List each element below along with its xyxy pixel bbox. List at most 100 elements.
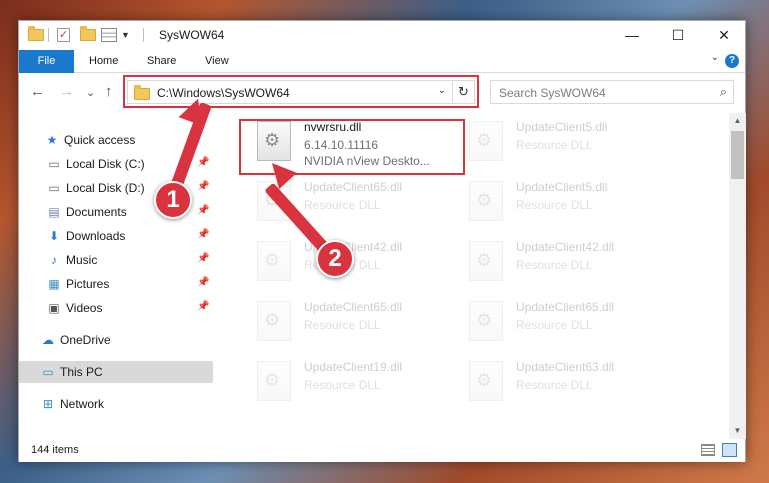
documents-icon: ▤ [48,205,60,219]
pin-icon[interactable]: 📌 [197,181,209,192]
recent-locations-button[interactable]: ⌄ [86,86,95,99]
file-tile[interactable]: UpdateClient65.dll Resource DLL [249,297,469,355]
file-type: Resource DLL [304,318,381,332]
sidebar-item-label: Pictures [66,277,110,291]
pictures-icon: ▦ [48,277,60,291]
tab-home[interactable]: Home [89,50,118,73]
window-title: SysWOW64 [159,28,225,42]
new-folder-icon[interactable] [80,26,96,43]
tab-file[interactable]: File [19,50,74,73]
maximize-button[interactable]: ☐ [655,21,701,49]
customize-toolbar-dropdown[interactable]: ▼ [121,27,130,43]
status-bar: 144 items [19,440,745,462]
pin-icon[interactable]: 📌 [197,157,209,168]
sidebar-item-label: This PC [60,365,103,379]
details-view-icon[interactable] [701,444,715,456]
file-tile[interactable]: UpdateClient63.dll Resource DLL [461,357,681,415]
file-tile[interactable]: UpdateClient5.dll Resource DLL [461,117,681,175]
file-type: Resource DLL [516,138,593,152]
close-button[interactable]: ✕ [701,21,747,49]
tab-share[interactable]: Share [147,50,176,73]
sidebar-item-onedrive[interactable]: ☁ OneDrive [19,329,213,351]
file-name: UpdateClient42.dll [516,240,615,254]
tab-view[interactable]: View [205,50,229,73]
file-type: Resource DLL [516,378,593,392]
drive-icon: ▭ [48,181,60,195]
sidebar-item-label: Local Disk (C:) [66,157,145,171]
sidebar-item-label: Videos [66,301,103,315]
file-tile[interactable]: UpdateClient19.dll Resource DLL [249,357,469,415]
dll-file-icon [257,241,291,281]
sidebar-item-label: Downloads [66,229,126,243]
pin-icon[interactable]: 📌 [197,253,209,264]
file-name: UpdateClient5.dll [516,180,608,194]
sidebar-item-label: Music [66,253,98,267]
sidebar-item-label: Quick access [64,133,136,147]
file-tile[interactable]: UpdateClient5.dll Resource DLL [461,177,681,235]
network-icon: ⊞ [42,397,54,411]
sidebar-item-pictures[interactable]: ▦ Pictures 📌 [19,273,213,295]
file-tile[interactable]: UpdateClient42.dllResource DLL [249,237,469,295]
tiles-view-icon[interactable] [722,443,737,457]
help-icon[interactable]: ? [725,54,739,68]
dll-file-icon [469,181,503,221]
sidebar-item-videos[interactable]: ▣ Videos 📌 [19,297,213,319]
scroll-up-icon[interactable]: ▲ [729,113,746,129]
file-type: Resource DLL [516,198,593,212]
file-name: UpdateClient65.dll [304,300,403,314]
step-badge-2: 2 [316,240,354,278]
file-tile[interactable]: UpdateClient42.dll Resource DLL [461,237,681,295]
properties-icon[interactable] [101,27,117,43]
pin-icon[interactable]: 📌 [197,205,209,216]
search-box[interactable]: Search SysWOW64 ⌕ [490,80,734,104]
forward-button[interactable]: → [59,83,74,100]
pin-icon[interactable]: 📌 [197,229,209,240]
explorer-window: ✓ ▼ SysWOW64 — ☐ ✕ File Home Share View … [18,20,746,462]
up-button[interactable]: ↑ [105,83,113,100]
file-name: UpdateClient5.dll [516,120,608,134]
file-type: Resource DLL [516,318,593,332]
drive-icon: ▭ [48,157,60,171]
music-icon: ♪ [51,253,57,267]
scroll-thumb[interactable] [731,131,744,179]
sidebar-item-label: OneDrive [60,333,111,347]
pin-icon[interactable]: 📌 [197,277,209,288]
search-input[interactable]: Search SysWOW64 [499,86,606,100]
file-type: Resource DLL [516,258,593,272]
file-name: UpdateClient19.dll [304,360,403,374]
cloud-icon: ☁ [42,333,54,347]
pin-icon[interactable]: 📌 [197,301,209,312]
file-name: UpdateClient63.dll [516,360,615,374]
sidebar-item-label: Network [60,397,105,411]
step-badge-1: 1 [154,181,192,219]
folder-icon [28,26,44,43]
sidebar-item-this-pc[interactable]: ▭ This PC [19,361,213,383]
separator [143,27,144,43]
sidebar-item-network[interactable]: ⊞ Network [19,393,213,415]
properties-check-icon[interactable]: ✓ [57,27,70,43]
file-type: Resource DLL [304,198,381,212]
video-icon: ▣ [48,301,60,315]
vertical-scrollbar[interactable]: ▲ ▼ [729,113,746,439]
file-type: Resource DLL [304,378,381,392]
back-button[interactable]: ← [30,83,45,100]
scroll-down-icon[interactable]: ▼ [729,423,746,439]
title-bar: ✓ ▼ SysWOW64 — ☐ ✕ [19,21,745,49]
dll-file-icon [257,361,291,401]
file-tile[interactable]: UpdateClient65.dll Resource DLL [461,297,681,355]
dll-file-icon [257,301,291,341]
computer-icon: ▭ [42,365,54,379]
dll-file-icon [469,241,503,281]
star-icon: ★ [46,133,58,147]
sidebar-item-downloads[interactable]: ⬇ Downloads 📌 [19,225,213,247]
dll-file-icon [469,301,503,341]
address-highlight-box [123,75,479,108]
dll-file-icon [469,121,503,161]
sidebar-item-music[interactable]: ♪ Music 📌 [19,249,213,271]
search-icon[interactable]: ⌕ [720,84,727,100]
minimize-button[interactable]: — [609,21,655,49]
separator [48,27,49,43]
expand-ribbon-icon[interactable]: ⌄ [711,52,719,63]
file-name: UpdateClient65.dll [516,300,615,314]
ribbon: File Home Share View ⌄ ? [19,49,745,73]
